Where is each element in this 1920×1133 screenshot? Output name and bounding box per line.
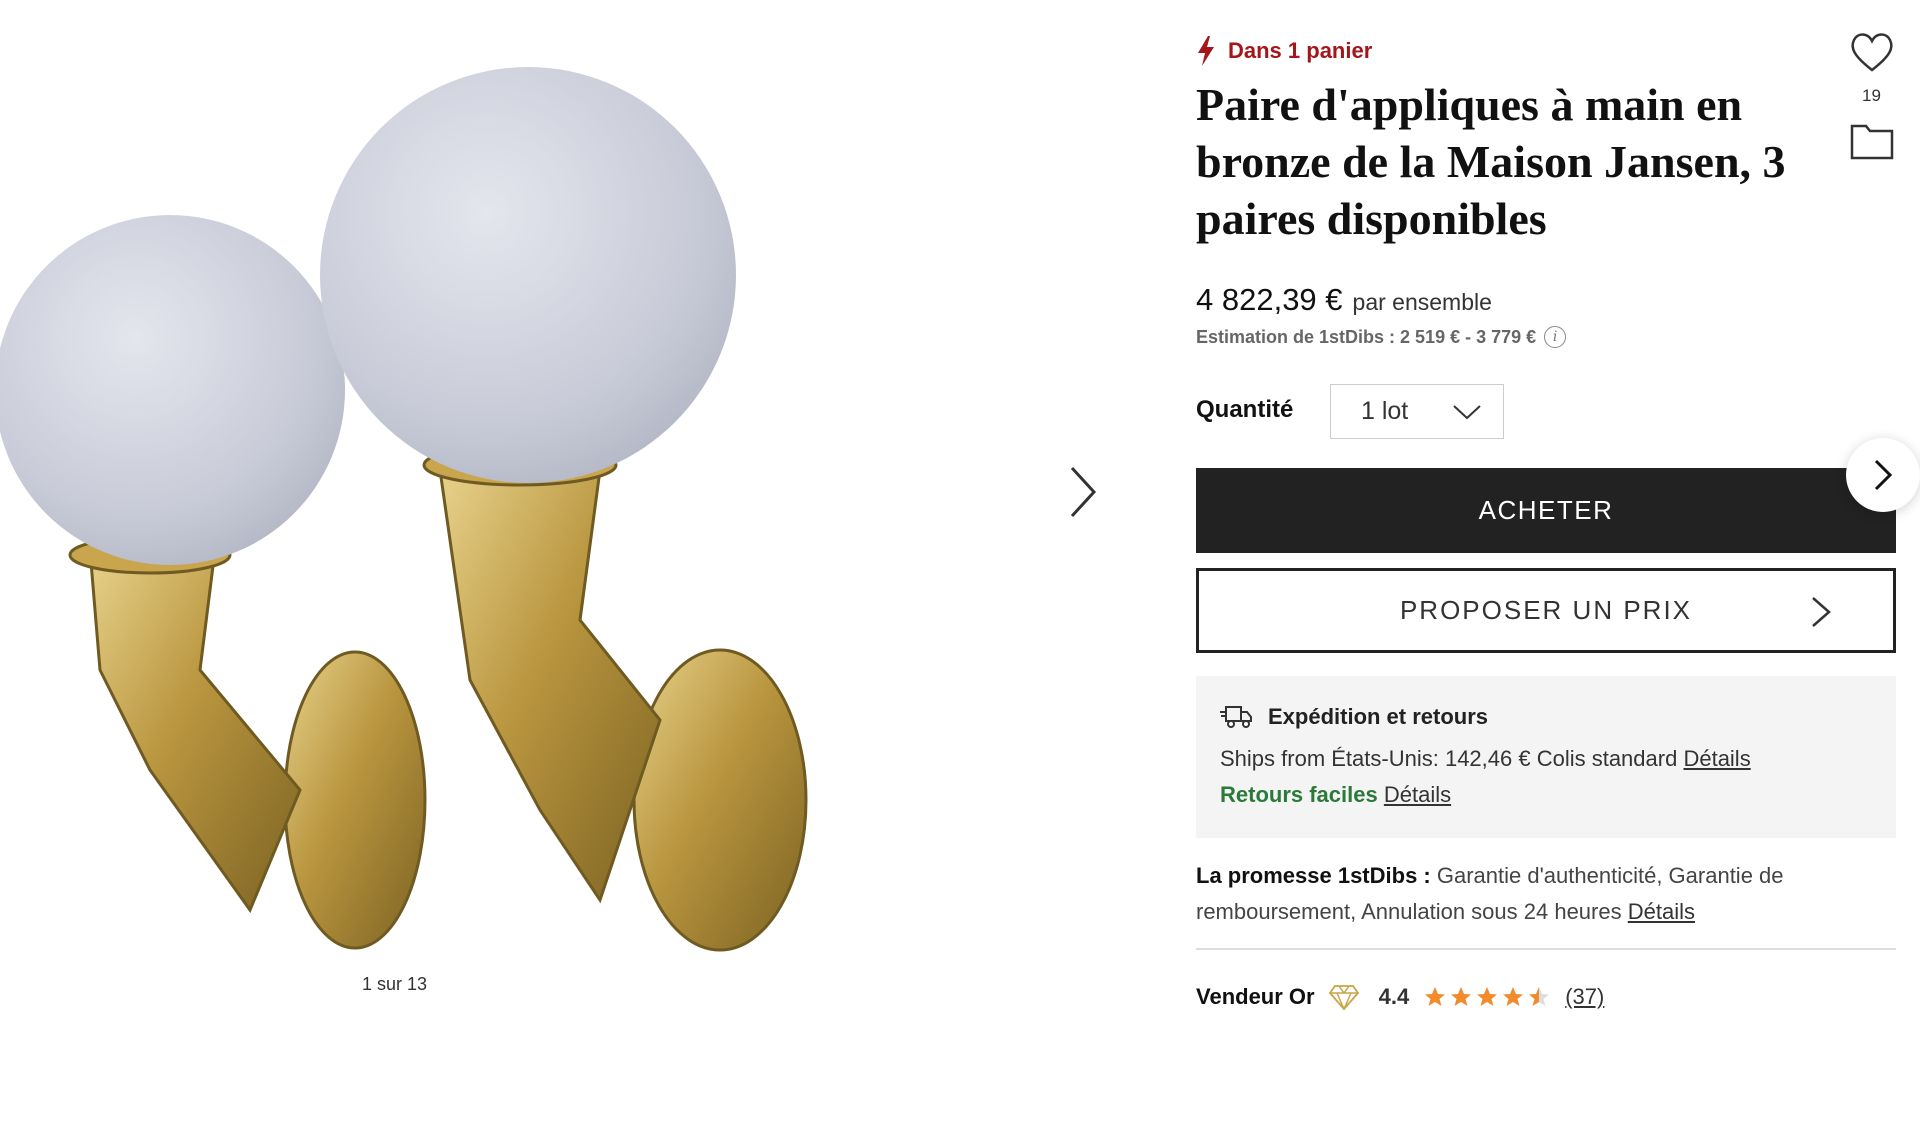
info-icon[interactable]: i — [1544, 326, 1567, 348]
folder-icon[interactable] — [1850, 122, 1894, 160]
shipping-box: Expédition et retours Ships from États-U… — [1196, 676, 1896, 838]
shipping-details-link[interactable]: Détails — [1683, 746, 1750, 771]
easy-returns-text: Retours faciles — [1220, 782, 1378, 807]
lightning-icon — [1198, 36, 1214, 66]
half-star-icon — [1529, 987, 1550, 1006]
make-offer-button[interactable]: PROPOSER UN PRIX — [1196, 568, 1896, 653]
make-offer-label: PROPOSER UN PRIX — [1399, 595, 1693, 625]
product-gallery: 1 sur 13 — [0, 0, 1150, 1133]
seller-info: Vendeur Or 4.4 (37) — [1196, 984, 1604, 1010]
next-item-button[interactable] — [1846, 438, 1920, 512]
returns-details-link[interactable]: Détails — [1384, 782, 1451, 807]
buy-button[interactable]: ACHETER — [1196, 468, 1896, 553]
shipping-heading: Expédition et retours — [1220, 704, 1872, 730]
cart-notice-text: Dans 1 panier — [1228, 38, 1373, 63]
product-panel: Dans 1 panier Paire d'appliques à main e… — [1196, 0, 1896, 1133]
quantity-value: 1 lot — [1361, 397, 1409, 425]
price-row: 4 822,39 € par ensemble — [1196, 282, 1492, 318]
returns-line: Retours faciles Détails — [1220, 782, 1872, 808]
image-counter: 1 sur 13 — [362, 974, 428, 994]
delivery-truck-icon — [1220, 706, 1252, 728]
price-unit: par ensemble — [1352, 289, 1492, 315]
star-icon — [1477, 987, 1498, 1006]
product-image[interactable] — [0, 30, 830, 960]
chevron-down-icon — [1453, 404, 1481, 419]
promise-details-link[interactable]: Détails — [1628, 899, 1695, 924]
product-title: Paire d'appliques à main en bronze de la… — [1196, 79, 1786, 244]
seller-tier-label: Vendeur Or — [1196, 984, 1315, 1009]
seller-rating: 4.4 — [1378, 984, 1410, 1009]
promise-section: La promesse 1stDibs : Garantie d'authent… — [1196, 858, 1816, 930]
heart-icon[interactable] — [1848, 30, 1896, 74]
price-estimate: Estimation de 1stDibs : 2 519 € - 3 779 … — [1196, 326, 1567, 348]
cart-notice: Dans 1 panier — [1196, 36, 1372, 66]
ships-from-line: Ships from États-Unis: 142,46 € Colis st… — [1220, 746, 1872, 772]
shipping-heading-text: Expédition et retours — [1268, 704, 1489, 729]
star-icon — [1425, 987, 1446, 1006]
star-icon — [1503, 987, 1524, 1006]
reviews-count-link[interactable]: (37) — [1565, 984, 1604, 1010]
product-price: 4 822,39 € — [1196, 282, 1343, 317]
next-image-icon[interactable] — [1060, 462, 1104, 522]
star-icon — [1451, 987, 1472, 1006]
estimate-text: Estimation de 1stDibs : 2 519 € - 3 779 … — [1196, 326, 1537, 347]
promise-label: La promesse 1stDibs : — [1196, 863, 1431, 888]
divider — [1196, 948, 1896, 950]
chevron-right-icon — [1874, 459, 1893, 491]
favorites-count: 19 — [1862, 86, 1881, 105]
quantity-label: Quantité — [1196, 396, 1294, 423]
chevron-right-icon — [1812, 597, 1831, 627]
ships-from-text: Ships from États-Unis: 142,46 € Colis st… — [1220, 746, 1678, 771]
star-rating — [1423, 985, 1551, 1009]
diamond-icon — [1328, 985, 1359, 1010]
quantity-select[interactable]: 1 lot — [1330, 384, 1504, 439]
